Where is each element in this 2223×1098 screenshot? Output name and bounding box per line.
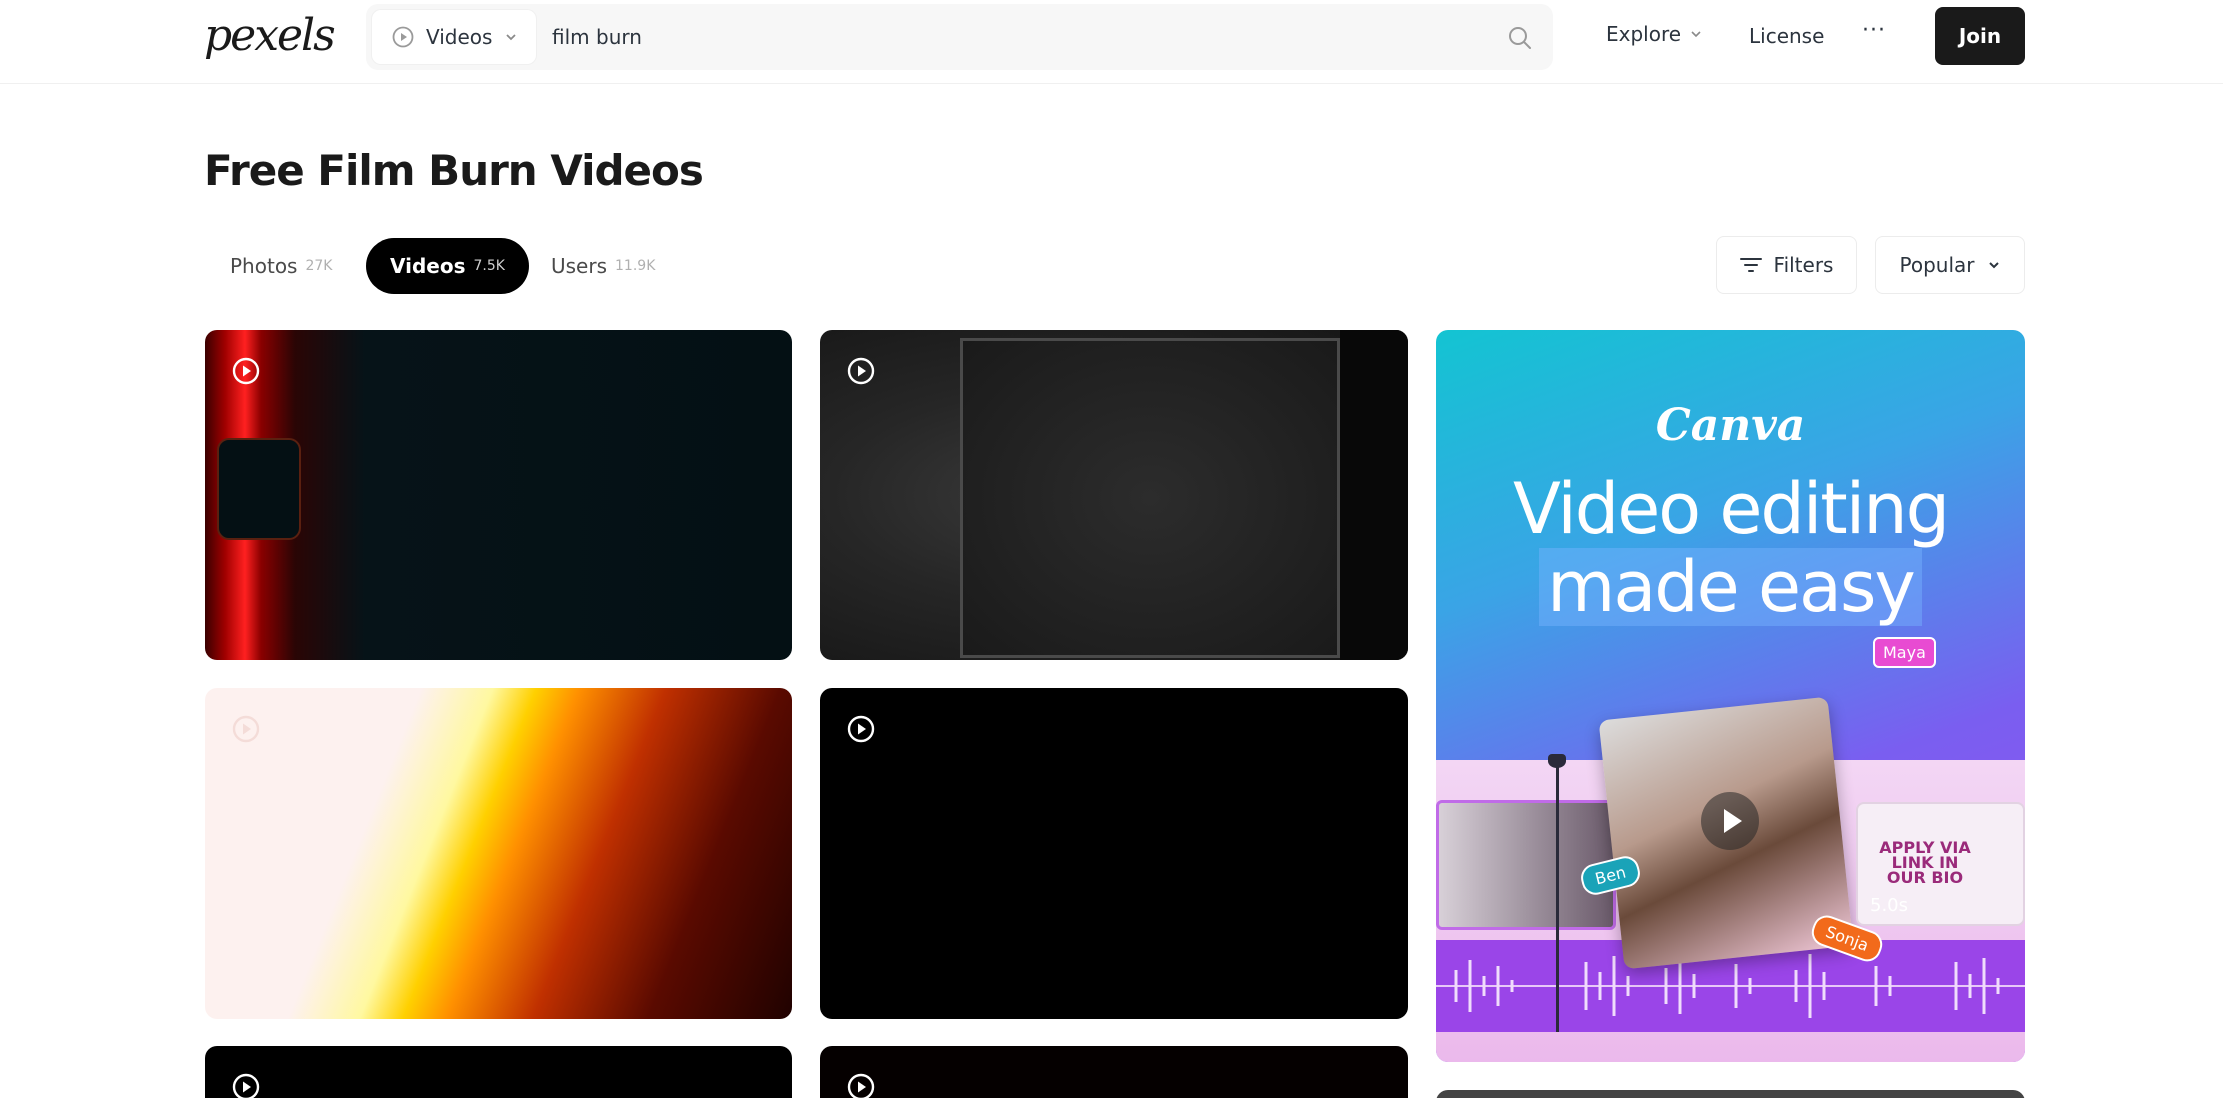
tab-videos-count: 7.5K — [473, 258, 505, 274]
nav-explore[interactable]: Explore — [1606, 22, 1703, 46]
search-bar: Videos — [366, 4, 1553, 70]
chevron-down-icon — [506, 34, 517, 41]
video-tile[interactable] — [205, 330, 792, 660]
video-tile[interactable] — [820, 330, 1408, 660]
filter-icon — [1739, 258, 1762, 272]
tab-photos[interactable]: Photos 27K — [206, 238, 356, 294]
canva-logo: Canva — [1655, 400, 1806, 451]
timeline-playhead — [1556, 762, 1559, 1032]
video-tile[interactable] — [205, 688, 792, 1019]
filters-label: Filters — [1773, 253, 1834, 277]
chevron-down-icon — [1691, 31, 1701, 38]
clip-duration: 5.0s — [1870, 895, 1909, 916]
search-type-dropdown[interactable]: Videos — [372, 10, 536, 64]
more-menu-icon[interactable]: ··· — [1862, 18, 1886, 43]
canva-ad-banner[interactable]: Canva Video editing made easy Maya APPLY… — [1436, 330, 2025, 1062]
collaborator-tag-maya: Maya — [1873, 637, 1936, 668]
tab-users-count: 11.9K — [615, 258, 656, 274]
page-title: Free Film Burn Videos — [204, 146, 704, 195]
video-play-icon — [847, 357, 875, 385]
video-play-icon — [232, 1073, 260, 1098]
tab-videos-label: Videos — [390, 254, 466, 278]
search-type-label: Videos — [426, 25, 493, 49]
film-edge — [1340, 330, 1408, 660]
nav-license[interactable]: License — [1749, 24, 1824, 48]
video-tile[interactable] — [820, 688, 1408, 1019]
sort-label: Popular — [1899, 253, 1975, 277]
nav-explore-label: Explore — [1606, 22, 1682, 46]
tab-photos-label: Photos — [230, 254, 298, 278]
ad-headline: Video editing made easy — [1436, 470, 2025, 626]
search-input[interactable] — [552, 14, 1452, 60]
top-header: pexels Videos Explore License ··· Join — [0, 0, 2223, 84]
tab-users-label: Users — [551, 254, 608, 278]
ad-headline-line2: made easy — [1539, 548, 1922, 626]
chevron-down-icon — [1988, 262, 1999, 269]
ad-headline-line1: Video editing — [1512, 468, 1950, 550]
search-icon[interactable] — [1507, 25, 1533, 51]
video-play-icon — [847, 1073, 875, 1098]
video-play-icon — [232, 715, 260, 743]
video-play-icon — [847, 715, 875, 743]
video-tile[interactable] — [205, 1046, 792, 1098]
tab-users[interactable]: Users 11.9K — [527, 238, 679, 294]
film-frame — [960, 338, 1340, 658]
clip-caption: APPLY VIA LINK IN OUR BIO — [1879, 838, 1971, 887]
video-tile[interactable] — [820, 1046, 1408, 1098]
filters-button[interactable]: Filters — [1716, 236, 1857, 294]
video-play-icon — [392, 26, 414, 48]
pexels-logo[interactable]: pexels — [204, 8, 336, 64]
tab-photos-count: 27K — [305, 258, 333, 274]
video-play-icon — [232, 357, 260, 385]
sort-dropdown[interactable]: Popular — [1875, 236, 2025, 294]
video-tile[interactable] — [1436, 1090, 2025, 1098]
tab-videos[interactable]: Videos 7.5K — [366, 238, 529, 294]
join-button[interactable]: Join — [1935, 7, 2025, 65]
play-icon — [1701, 792, 1759, 850]
film-sprocket — [217, 438, 301, 540]
